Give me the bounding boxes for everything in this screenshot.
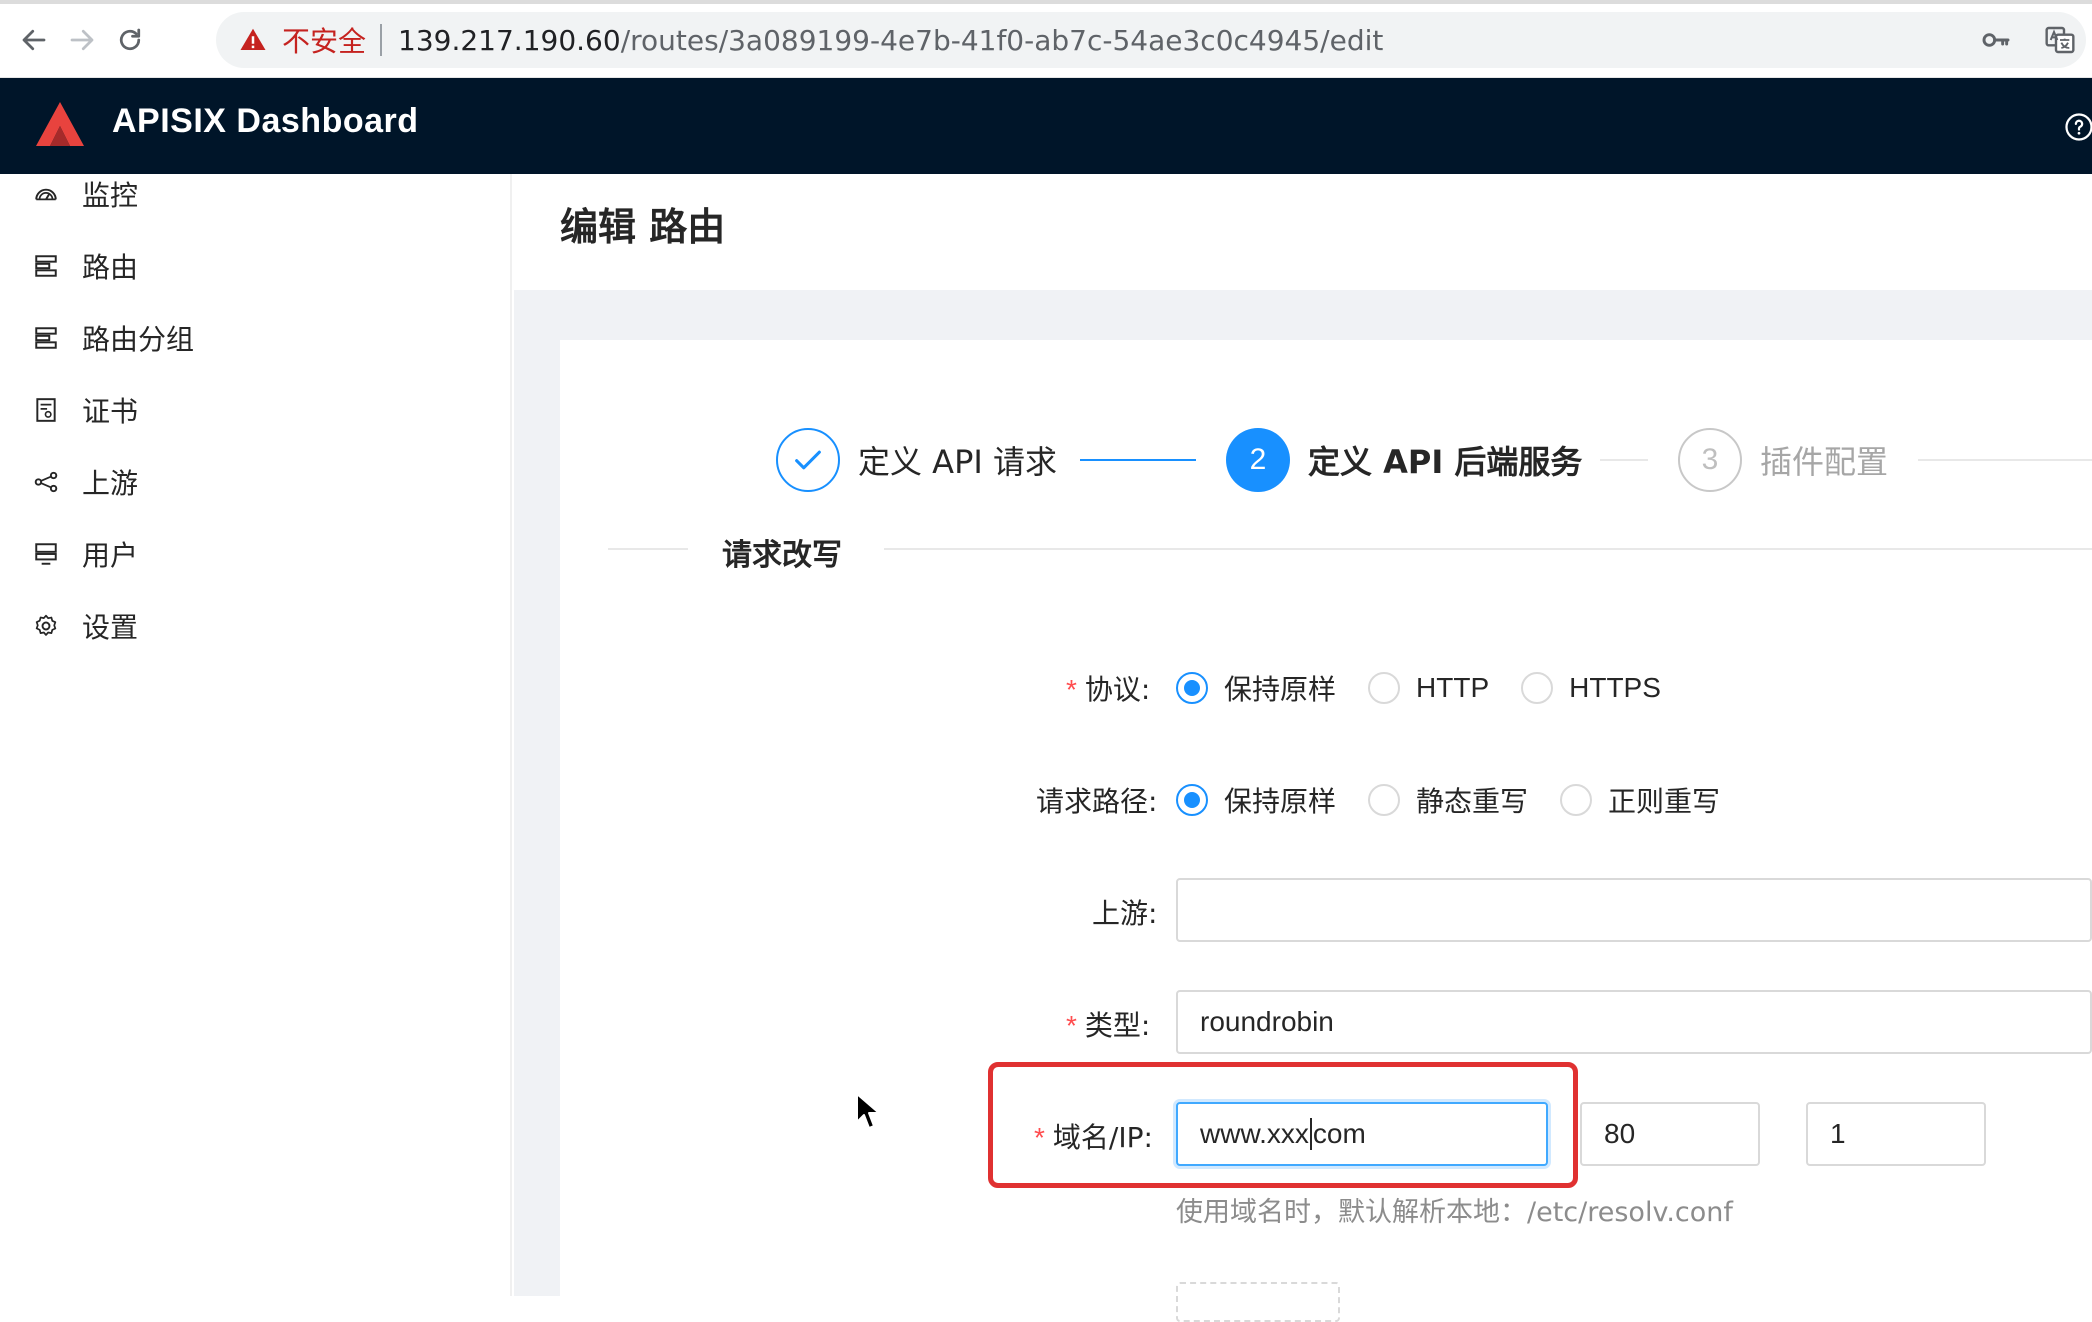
help-icon[interactable] bbox=[2064, 112, 2092, 142]
request-path-label: 请求路径: bbox=[1036, 785, 1158, 818]
radio-unchecked bbox=[1560, 784, 1593, 816]
app-header: APISIX Dashboard bbox=[0, 78, 2092, 174]
sidebar-item-label: 用户 bbox=[82, 539, 139, 572]
sidebar-item-upstream[interactable]: 上游 bbox=[0, 450, 512, 514]
request-path-radio-group: 保持原样 静态重写 正则重写 bbox=[1176, 780, 1752, 820]
translate-button[interactable] bbox=[2040, 20, 2080, 60]
page-header bbox=[514, 174, 2092, 290]
sidebar-item-users[interactable]: 用户 bbox=[0, 522, 512, 586]
sidebar-item-label: 设置 bbox=[82, 611, 139, 644]
step-label: 定义 API 后端服务 bbox=[1308, 443, 1583, 481]
annotation-highlight-box bbox=[988, 1062, 1578, 1188]
radio-checked bbox=[1176, 672, 1208, 704]
page-title: 编辑 路由 bbox=[560, 205, 726, 249]
upstream-icon bbox=[32, 468, 60, 496]
address-separator bbox=[380, 24, 383, 56]
step-define-request[interactable]: 定义 API 请求 bbox=[776, 428, 1057, 492]
section-title: 请求改写 bbox=[722, 538, 842, 573]
warning-icon bbox=[240, 28, 266, 50]
mouse-cursor-icon bbox=[856, 1093, 880, 1129]
address-bar[interactable]: 不安全 139.217.190.60 /routes/3a089199-4e7b… bbox=[216, 12, 2086, 68]
step-define-backend[interactable]: 2 定义 API 后端服务 bbox=[1226, 428, 1582, 492]
translate-icon bbox=[2045, 26, 2075, 54]
browser-top-edge bbox=[0, 0, 2092, 4]
protocol-option-keep[interactable]: 保持原样 bbox=[1176, 668, 1336, 708]
sidebar-item-routes[interactable]: 路由 bbox=[0, 234, 512, 298]
sidebar-item-certificates[interactable]: 证书 bbox=[0, 378, 512, 442]
protocol-option-https[interactable]: HTTPS bbox=[1521, 672, 1661, 704]
port-input[interactable]: 80 bbox=[1580, 1102, 1760, 1166]
key-icon bbox=[1982, 33, 2010, 47]
app-title: APISIX Dashboard bbox=[112, 102, 419, 140]
insecure-label: 不安全 bbox=[282, 25, 367, 58]
step-plugin-config[interactable]: 3 插件配置 bbox=[1678, 428, 1888, 492]
url-path: /routes/3a089199-4e7b-41f0-ab7c-54ae3c0c… bbox=[620, 23, 1384, 57]
step-number-circle: 3 bbox=[1678, 428, 1742, 492]
forward-button[interactable] bbox=[58, 16, 106, 64]
sidebar: 监控 路由 路由分组 证书 上游 用户 设置 bbox=[0, 174, 512, 1296]
gear-icon bbox=[32, 612, 60, 640]
radio-unchecked bbox=[1368, 672, 1401, 704]
sidebar-item-label: 路由分组 bbox=[82, 323, 195, 356]
required-mark: * bbox=[1066, 1010, 1077, 1041]
path-option-keep[interactable]: 保持原样 bbox=[1176, 780, 1336, 820]
protocol-radio-group: 保持原样 HTTP HTTPS bbox=[1176, 668, 1693, 708]
route-icon bbox=[32, 252, 60, 280]
route-group-icon bbox=[32, 324, 60, 352]
apisix-logo-icon[interactable] bbox=[34, 100, 86, 150]
url-host: 139.217.190.60 bbox=[398, 23, 621, 57]
step-connector-trailing bbox=[1918, 459, 2092, 461]
check-icon bbox=[795, 450, 821, 470]
upstream-select[interactable] bbox=[1176, 878, 2092, 942]
sidebar-item-route-groups[interactable]: 路由分组 bbox=[0, 306, 512, 370]
radio-unchecked bbox=[1521, 672, 1554, 704]
sidebar-item-label: 证书 bbox=[82, 395, 139, 428]
certificate-icon bbox=[32, 396, 60, 424]
password-key-button[interactable] bbox=[1976, 20, 2016, 60]
path-option-regex[interactable]: 正则重写 bbox=[1560, 780, 1720, 820]
path-option-static[interactable]: 静态重写 bbox=[1368, 780, 1528, 820]
add-node-button[interactable] bbox=[1176, 1282, 1340, 1322]
protocol-option-http[interactable]: HTTP bbox=[1368, 672, 1489, 704]
sidebar-item-monitor[interactable]: 监控 bbox=[0, 162, 512, 226]
step-label: 插件配置 bbox=[1760, 443, 1889, 481]
upstream-label: 上游: bbox=[1092, 897, 1158, 930]
radio-unchecked bbox=[1368, 784, 1401, 816]
step-connector-done bbox=[1080, 459, 1196, 461]
user-icon bbox=[32, 540, 60, 568]
protocol-label: * 协议: bbox=[1066, 673, 1151, 706]
sidebar-item-label: 路由 bbox=[82, 251, 139, 284]
weight-input[interactable]: 1 bbox=[1806, 1102, 1986, 1166]
section-divider-right bbox=[884, 548, 2092, 550]
dashboard-icon bbox=[32, 180, 60, 208]
step-check-circle bbox=[776, 428, 840, 492]
sidebar-item-settings[interactable]: 设置 bbox=[0, 594, 512, 658]
type-select[interactable]: roundrobin bbox=[1176, 990, 2092, 1054]
host-help-text: 使用域名时，默认解析本地：/etc/resolv.conf bbox=[1176, 1197, 1733, 1228]
arrow-left-icon bbox=[22, 29, 46, 51]
back-button[interactable] bbox=[10, 16, 58, 64]
type-label: * 类型: bbox=[1066, 1009, 1151, 1042]
reload-button[interactable] bbox=[106, 16, 154, 64]
step-connector-pending bbox=[1600, 459, 1648, 461]
sidebar-item-label: 上游 bbox=[82, 467, 139, 500]
sidebar-item-label: 监控 bbox=[82, 179, 139, 212]
step-label: 定义 API 请求 bbox=[858, 443, 1057, 481]
arrow-right-icon bbox=[70, 29, 94, 51]
section-divider-left bbox=[608, 548, 688, 550]
required-mark: * bbox=[1066, 674, 1077, 705]
reload-icon bbox=[119, 28, 141, 51]
browser-toolbar: 不安全 139.217.190.60 /routes/3a089199-4e7b… bbox=[0, 0, 2092, 78]
radio-checked bbox=[1176, 784, 1208, 816]
step-number-circle: 2 bbox=[1226, 428, 1290, 492]
